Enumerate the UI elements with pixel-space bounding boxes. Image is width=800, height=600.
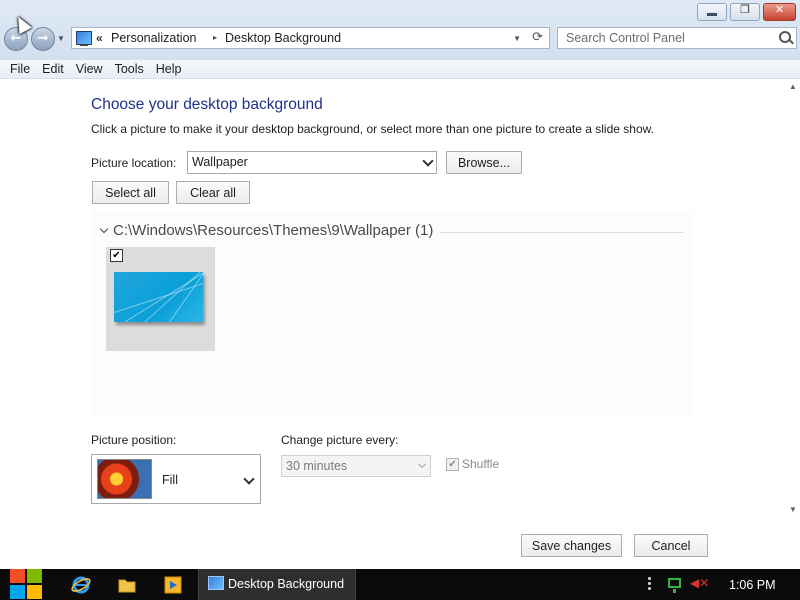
taskbar-media-player[interactable] (155, 569, 191, 600)
picture-position-select[interactable]: Fill (91, 454, 261, 504)
position-preview-image (97, 459, 152, 499)
menu-tools[interactable]: Tools (109, 60, 150, 78)
breadcrumb-personalization[interactable]: Personalization (111, 31, 196, 45)
media-player-icon (164, 576, 182, 594)
file-explorer-icon (118, 579, 136, 593)
breadcrumb-separator-icon[interactable]: ▸ (213, 33, 217, 42)
change-picture-interval-select[interactable]: 30 minutes (281, 455, 431, 477)
close-icon: ✕ (774, 3, 785, 16)
wallpaper-thumbnail[interactable]: ✔ (106, 247, 215, 351)
vertical-scrollbar[interactable]: ▲ ▼ (786, 80, 800, 568)
search-input[interactable] (558, 28, 776, 48)
clear-all-button[interactable]: Clear all (176, 181, 250, 204)
refresh-icon[interactable]: ⟳ (532, 30, 543, 45)
control-panel-icon (208, 576, 224, 590)
browse-button[interactable]: Browse... (446, 151, 522, 174)
recent-pages-dropdown-icon[interactable]: ▼ (57, 34, 65, 43)
taskbar-task-label: Desktop Background (228, 577, 345, 591)
minimize-icon (707, 13, 717, 16)
menu-help[interactable]: Help (150, 60, 188, 78)
content-pane: Choose your desktop background Click a p… (0, 80, 786, 568)
start-logo-blue (10, 585, 25, 599)
address-bar[interactable]: « Personalization ▸ Desktop Background ▼… (71, 27, 550, 49)
close-button[interactable]: ✕ (763, 3, 796, 21)
network-icon[interactable] (668, 578, 681, 593)
picture-position-label: Picture position: (91, 433, 177, 447)
breadcrumb-desktop-background[interactable]: Desktop Background (225, 31, 341, 45)
group-divider (440, 232, 684, 233)
restore-icon: ❐ (740, 3, 750, 16)
menu-view[interactable]: View (70, 60, 109, 78)
shuffle-checkbox[interactable]: ✔ (446, 458, 459, 471)
taskbar-file-explorer[interactable] (109, 569, 145, 600)
interval-value: 30 minutes (286, 459, 348, 473)
picture-gallery: C:\Windows\Resources\Themes\9\Wallpaper … (92, 210, 694, 416)
control-panel-icon (76, 31, 92, 46)
address-overflow-icon[interactable]: « (96, 31, 103, 45)
forward-button[interactable]: → (31, 27, 55, 51)
picture-location-label: Picture location: (91, 156, 177, 170)
start-logo-green (27, 569, 42, 583)
start-logo-red (10, 569, 25, 583)
search-box[interactable] (557, 27, 797, 49)
clock[interactable]: 1:06 PM (729, 578, 776, 592)
page-title: Choose your desktop background (91, 96, 323, 113)
volume-muted-icon[interactable]: ◀✕ (690, 576, 709, 590)
wallpaper-preview-image (114, 272, 203, 322)
menu-bar: File Edit View Tools Help (0, 60, 800, 79)
group-collapse-icon[interactable] (99, 224, 109, 234)
chevron-down-icon (422, 155, 434, 167)
address-dropdown-icon[interactable]: ▼ (513, 34, 521, 43)
forward-arrow-icon: → (37, 31, 49, 46)
start-button[interactable] (10, 569, 43, 600)
restore-button[interactable]: ❐ (730, 3, 760, 21)
menu-file[interactable]: File (4, 60, 36, 78)
window-controls: ❐ ✕ (697, 3, 796, 21)
minimize-button[interactable] (697, 3, 727, 21)
save-changes-button[interactable]: Save changes (521, 534, 622, 557)
scroll-up-icon[interactable]: ▲ (789, 82, 797, 91)
scroll-down-icon[interactable]: ▼ (789, 505, 797, 514)
select-all-button[interactable]: Select all (92, 181, 169, 204)
internet-explorer-icon (71, 576, 91, 594)
picture-position-value: Fill (162, 473, 178, 487)
taskbar-desktop-background-window[interactable]: Desktop Background (198, 569, 356, 600)
taskbar-internet-explorer[interactable] (63, 569, 99, 600)
group-header[interactable]: C:\Windows\Resources\Themes\9\Wallpaper … (113, 222, 433, 239)
picture-location-value: Wallpaper (192, 155, 248, 169)
start-logo-yellow (27, 585, 42, 599)
page-description: Click a picture to make it your desktop … (91, 122, 654, 136)
shuffle-label: Shuffle (462, 457, 500, 471)
change-picture-label: Change picture every: (281, 433, 399, 447)
notification-overflow-icon[interactable] (648, 577, 652, 592)
search-icon[interactable] (779, 31, 791, 43)
cancel-button[interactable]: Cancel (634, 534, 708, 557)
chevron-down-icon (243, 473, 255, 485)
chevron-down-icon (417, 459, 427, 469)
title-bar: ❐ ✕ ← → ▼ « Personalization ▸ Desktop Ba… (0, 0, 800, 61)
thumbnail-checkbox[interactable]: ✔ (110, 249, 123, 262)
taskbar: Desktop Background ◀✕ 1:06 PM (0, 569, 800, 600)
menu-edit[interactable]: Edit (36, 60, 70, 78)
picture-location-select[interactable]: Wallpaper (187, 151, 437, 174)
